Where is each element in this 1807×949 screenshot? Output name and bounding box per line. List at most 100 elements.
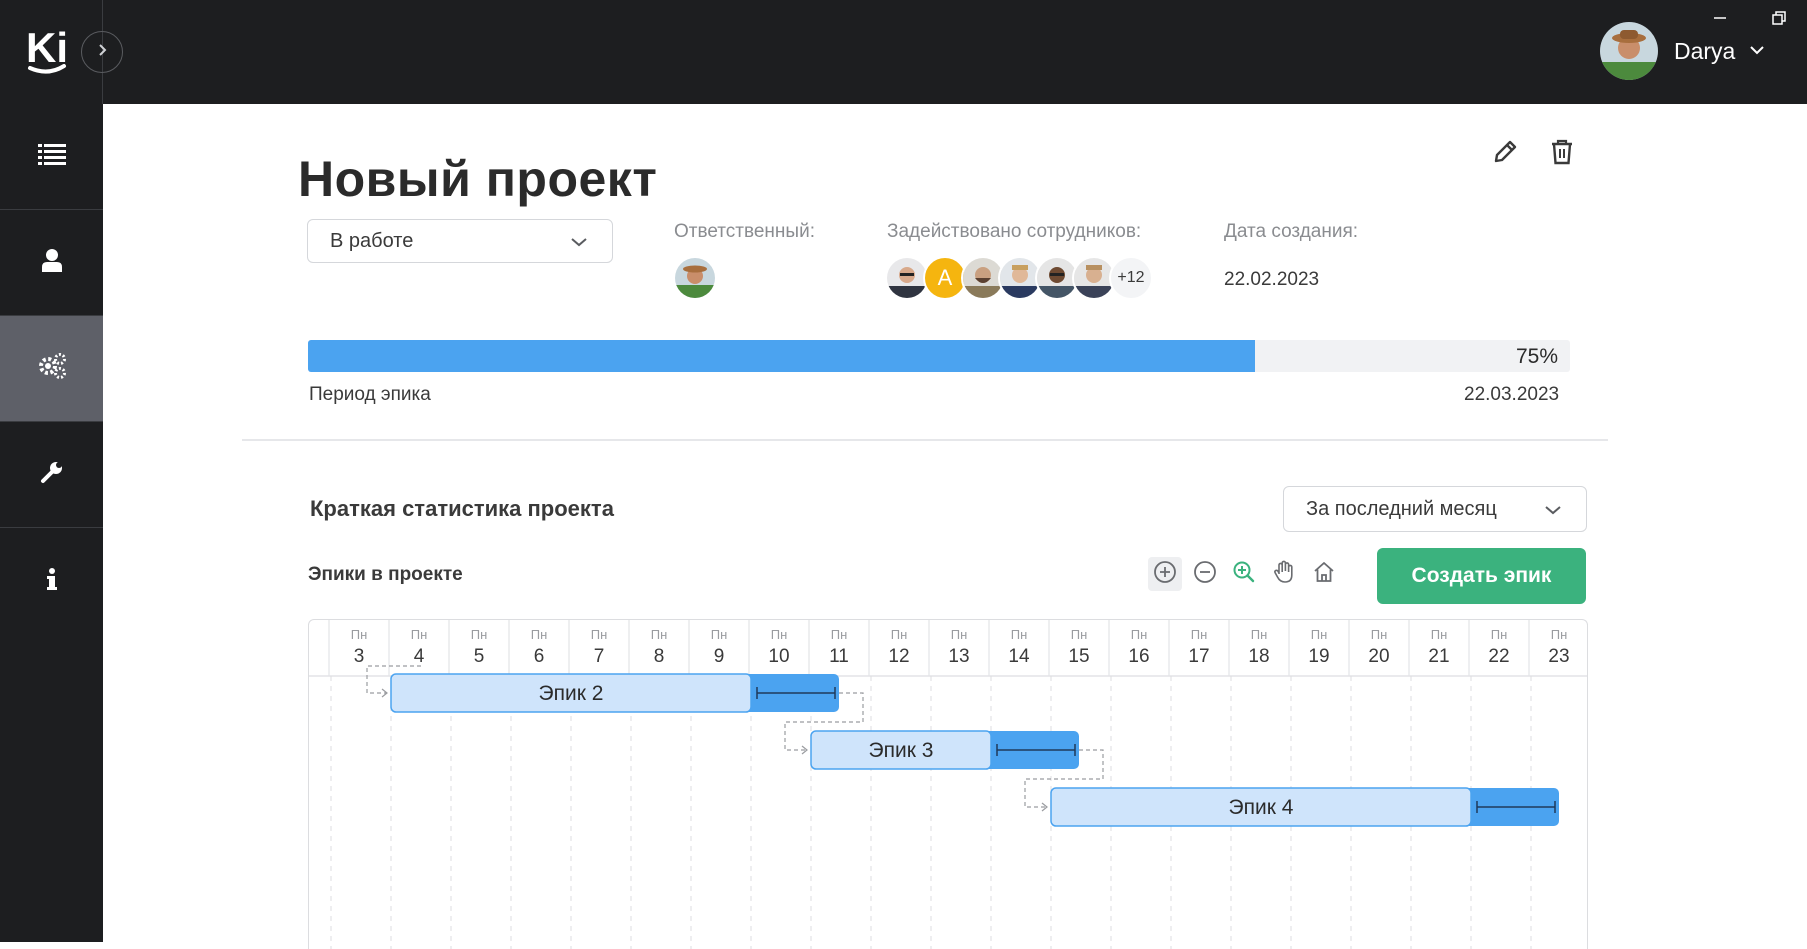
responsible-label: Ответственный: xyxy=(674,221,815,242)
trash-icon xyxy=(1549,138,1575,171)
gantt-weekday-label: Пн xyxy=(1011,627,1028,642)
gantt-day-label: 22 xyxy=(1488,646,1509,667)
section-divider xyxy=(242,439,1608,441)
sidebar-item-settings[interactable] xyxy=(0,316,103,422)
minimize-icon[interactable] xyxy=(1710,8,1730,28)
gantt-day-label: 16 xyxy=(1128,646,1149,667)
gantt-day-label: 20 xyxy=(1368,646,1389,667)
page-title: Новый проект xyxy=(298,151,658,207)
delete-button[interactable] xyxy=(1542,134,1582,174)
list-icon xyxy=(37,143,66,170)
epic-end-date: 22.03.2023 xyxy=(1464,384,1560,405)
gantt-weekday-label: Пн xyxy=(531,627,548,642)
svg-text:Ki: Ki xyxy=(26,24,68,71)
gantt-day-label: 15 xyxy=(1068,646,1089,667)
gantt-day-label: 17 xyxy=(1188,646,1209,667)
gantt-weekday-label: Пн xyxy=(1431,627,1448,642)
epic-bar-label: Эпик 3 xyxy=(869,739,934,762)
app-logo[interactable]: Ki xyxy=(24,22,80,80)
magnifier-plus-icon xyxy=(1232,560,1256,589)
home-button[interactable] xyxy=(1307,557,1341,591)
sidebar-item-list[interactable] xyxy=(0,104,103,210)
wrench-icon xyxy=(40,460,64,489)
zoom-in-button[interactable] xyxy=(1148,557,1182,591)
gantt-day-label: 8 xyxy=(654,646,665,667)
epic-period-label: Период эпика xyxy=(309,384,431,405)
zoom-fit-button[interactable] xyxy=(1227,557,1261,591)
gantt-weekday-label: Пн xyxy=(1371,627,1388,642)
gantt-day-label: 3 xyxy=(354,646,365,667)
status-select-value: В работе xyxy=(330,229,414,252)
sidebar-item-info[interactable] xyxy=(0,528,103,634)
members-label: Задействовано сотрудников: xyxy=(887,221,1142,242)
gantt-chart: Пн 3 Пн 4 Пн 5 Пн 6 Пн 7 Пн 8 Пн 9 Пн 10 Пн 11 Пн 12 Пн 13 Пн 1… xyxy=(308,619,1588,949)
project-progress-bar: 75% xyxy=(308,340,1570,372)
gantt-day-label: 11 xyxy=(829,646,849,667)
sidebar-expand-button[interactable] xyxy=(81,31,123,73)
user-avatar xyxy=(1600,22,1658,80)
gantt-day-label: 13 xyxy=(948,646,969,667)
gantt-day-label: 9 xyxy=(714,646,725,667)
gantt-day-label: 23 xyxy=(1548,646,1569,667)
gantt-weekday-label: Пн xyxy=(891,627,908,642)
status-select[interactable]: В работе xyxy=(307,219,613,263)
gantt-day-label: 7 xyxy=(594,646,605,667)
gantt-day-label: 19 xyxy=(1308,646,1329,667)
gantt-weekday-label: Пн xyxy=(1071,627,1088,642)
gantt-weekday-label: Пн xyxy=(651,627,668,642)
gantt-day-label: 18 xyxy=(1248,646,1269,667)
gantt-day-label: 14 xyxy=(1008,646,1030,667)
pencil-icon xyxy=(1491,138,1519,171)
restore-icon[interactable] xyxy=(1768,8,1788,28)
edit-button[interactable] xyxy=(1485,134,1525,174)
period-select[interactable]: За последний месяц xyxy=(1283,486,1587,532)
top-bar: Ki Darya xyxy=(0,0,1807,104)
gantt-day-label: 4 xyxy=(414,646,425,667)
period-select-value: За последний месяц xyxy=(1306,497,1497,520)
chevron-right-icon xyxy=(95,43,109,62)
gantt-day-label: 10 xyxy=(768,646,789,667)
gantt-weekday-label: Пн xyxy=(1491,627,1508,642)
epic-bar-label: Эпик 2 xyxy=(539,682,604,705)
gantt-weekday-label: Пн xyxy=(471,627,488,642)
gantt-weekday-label: Пн xyxy=(1311,627,1328,642)
gantt-weekday-label: Пн xyxy=(1131,627,1148,642)
gantt-day-label: 21 xyxy=(1428,646,1449,667)
sidebar-item-profile[interactable] xyxy=(0,210,103,316)
gantt-weekday-label: Пн xyxy=(591,627,608,642)
create-epic-button[interactable]: Создать эпик xyxy=(1377,548,1586,604)
chevron-down-icon xyxy=(1749,42,1765,60)
responsible-avatar[interactable] xyxy=(673,256,717,300)
user-name: Darya xyxy=(1674,37,1736,64)
hand-icon xyxy=(1273,560,1295,589)
home-icon xyxy=(1312,560,1336,589)
gantt-canvas: Пн 3 Пн 4 Пн 5 Пн 6 Пн 7 Пн 8 Пн 9 Пн 10 Пн 11 Пн 12 Пн 13 Пн 1… xyxy=(309,620,1587,949)
zoom-out-button[interactable] xyxy=(1188,557,1222,591)
pan-button[interactable] xyxy=(1267,557,1301,591)
gantt-weekday-label: Пн xyxy=(1551,627,1568,642)
progress-percent: 75% xyxy=(1515,345,1558,368)
gears-icon xyxy=(37,352,67,385)
progress-fill xyxy=(308,340,1255,372)
created-date-label: Дата создания: xyxy=(1224,221,1359,242)
sidebar-item-tools[interactable] xyxy=(0,422,103,528)
minus-circle-icon xyxy=(1193,560,1217,589)
gantt-weekday-label: Пн xyxy=(411,627,428,642)
gantt-weekday-label: Пн xyxy=(351,627,368,642)
gantt-day-label: 12 xyxy=(888,646,909,667)
created-date-value: 22.02.2023 xyxy=(1224,269,1320,290)
user-menu[interactable]: Darya xyxy=(1600,22,1765,80)
user-icon xyxy=(41,248,63,277)
gantt-day-label: 5 xyxy=(474,646,485,667)
chevron-down-icon xyxy=(570,230,588,253)
gantt-weekday-label: Пн xyxy=(951,627,968,642)
info-icon xyxy=(46,567,57,595)
gantt-weekday-label: Пн xyxy=(1191,627,1208,642)
sidebar xyxy=(0,104,103,942)
epics-title: Эпики в проекте xyxy=(308,564,463,585)
plus-circle-icon xyxy=(1153,560,1177,589)
gantt-weekday-label: Пн xyxy=(711,627,728,642)
gantt-weekday-label: Пн xyxy=(831,627,848,642)
members-more-badge: +12 xyxy=(1109,256,1153,300)
stats-title: Краткая статистика проекта xyxy=(310,496,614,521)
